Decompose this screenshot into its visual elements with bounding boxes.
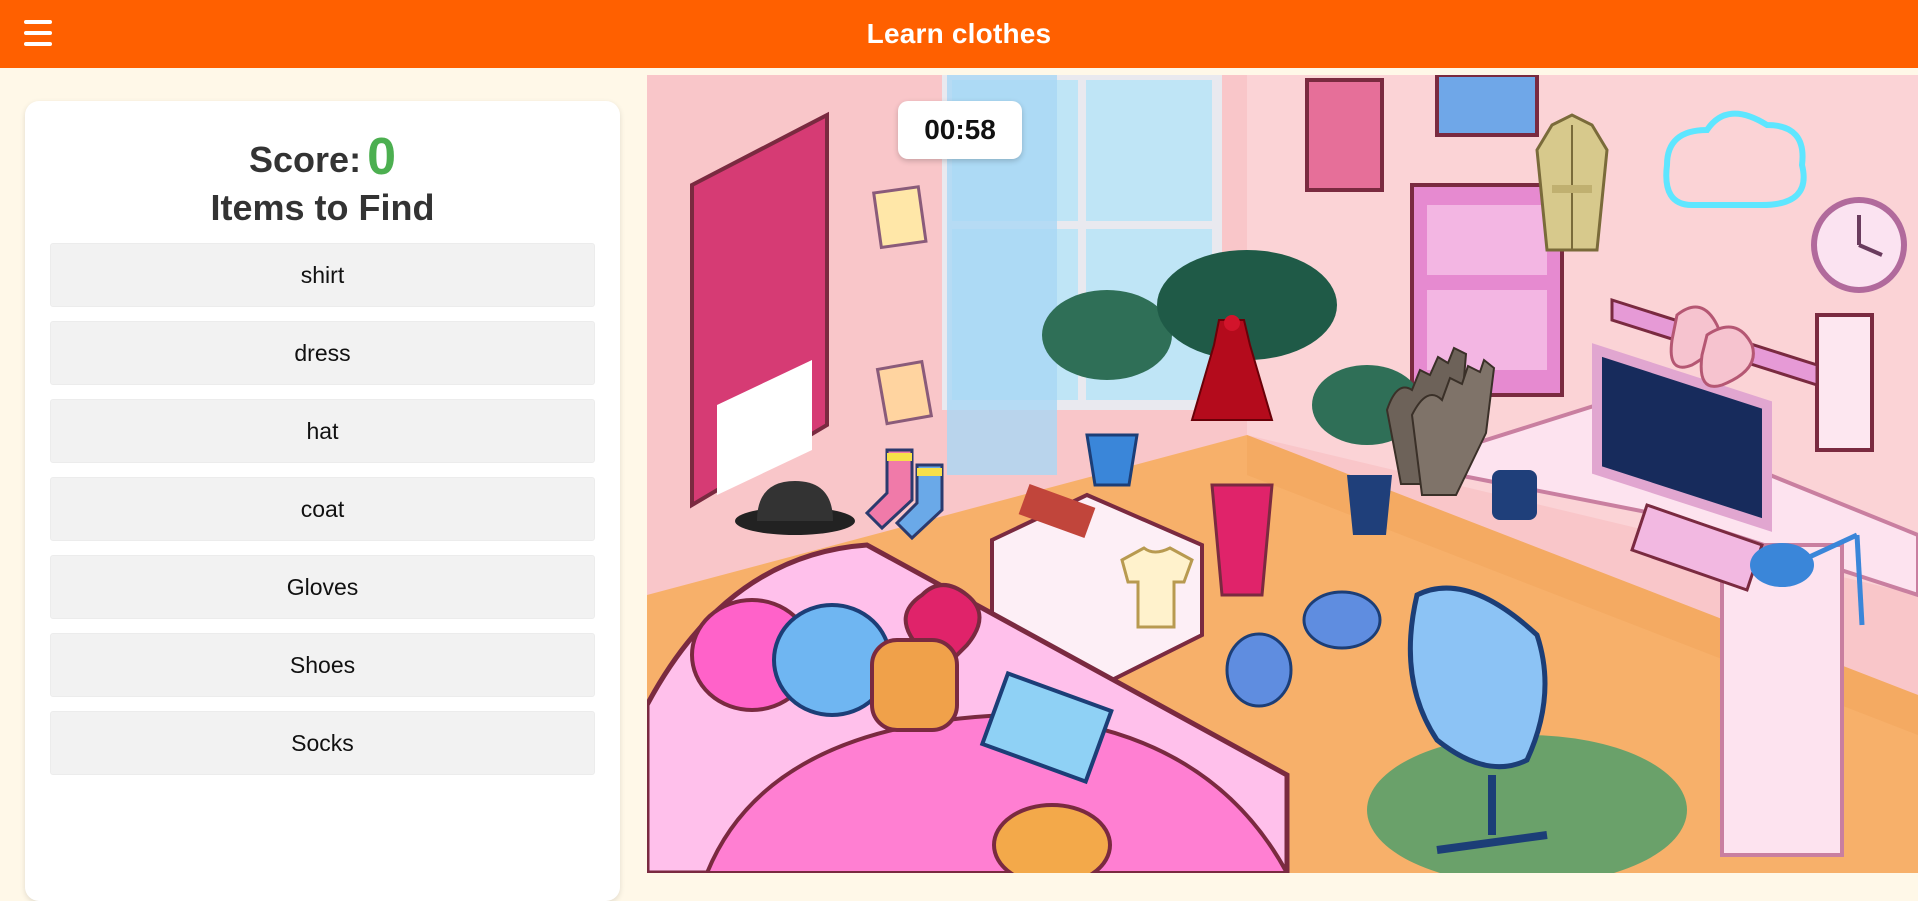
item-gloves[interactable]: Gloves bbox=[50, 555, 595, 619]
items-panel: Score: 0 Items to Find shirt dress hat co… bbox=[25, 101, 620, 901]
items-list: shirt dress hat coat Gloves Shoes Socks bbox=[50, 243, 595, 789]
score-label: Score: bbox=[249, 139, 362, 180]
item-coat[interactable]: coat bbox=[50, 477, 595, 541]
coat-object[interactable] bbox=[1535, 113, 1609, 252]
score-value: 0 bbox=[367, 128, 396, 186]
item-socks[interactable]: Socks bbox=[50, 711, 595, 775]
app-title: Learn clothes bbox=[866, 18, 1052, 49]
game-scene[interactable]: 00:58 bbox=[647, 75, 1918, 873]
item-shoes[interactable]: Shoes bbox=[50, 633, 595, 697]
hamburger-menu-icon[interactable] bbox=[24, 20, 52, 46]
top-bar: Learn clothes bbox=[0, 0, 1918, 68]
items-to-find-title: Items to Find bbox=[210, 187, 435, 228]
item-dress[interactable]: dress bbox=[50, 321, 595, 385]
countdown-timer: 00:58 bbox=[898, 101, 1022, 159]
item-shirt[interactable]: shirt bbox=[50, 243, 595, 307]
item-hat[interactable]: hat bbox=[50, 399, 595, 463]
bedroom-illustration bbox=[647, 75, 1918, 873]
score-line: Score: 0 bbox=[25, 127, 620, 187]
